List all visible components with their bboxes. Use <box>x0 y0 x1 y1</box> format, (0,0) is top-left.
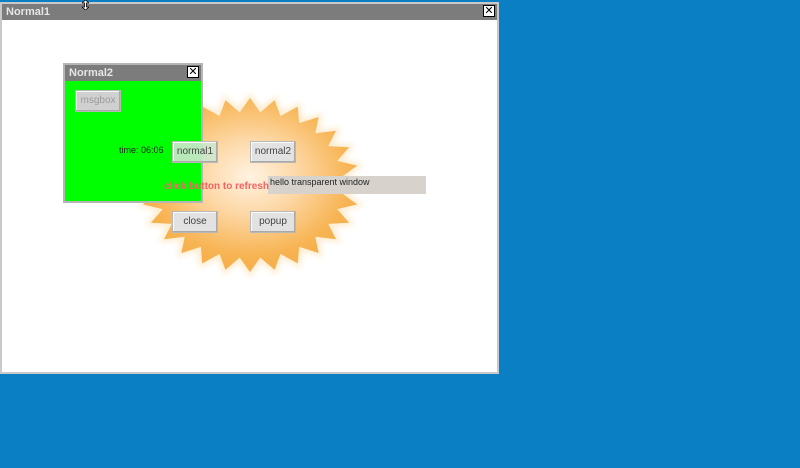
normal2-button[interactable]: normal2 <box>250 141 296 163</box>
normal1-button[interactable]: normal1 <box>172 141 218 163</box>
normal2-title: Normal2 <box>69 67 114 79</box>
close-button[interactable]: close <box>172 211 218 233</box>
msgbox-button[interactable]: msgbox <box>75 90 121 112</box>
refresh-hint-text: click button to refresh <box>164 181 270 192</box>
resize-vertical-cursor-icon <box>82 0 89 10</box>
time-label: time: 06:06 <box>119 145 164 155</box>
popup-button[interactable]: popup <box>250 211 296 233</box>
normal1-title: Normal1 <box>6 6 51 18</box>
normal2-titlebar[interactable]: Normal2 <box>65 65 201 81</box>
hello-transparent-window: hello transparent window <box>268 176 426 194</box>
normal2-close-icon[interactable]: ✕ <box>187 66 199 78</box>
normal1-close-icon[interactable]: ✕ <box>483 5 495 17</box>
normal1-titlebar[interactable]: Normal1 <box>2 4 497 20</box>
